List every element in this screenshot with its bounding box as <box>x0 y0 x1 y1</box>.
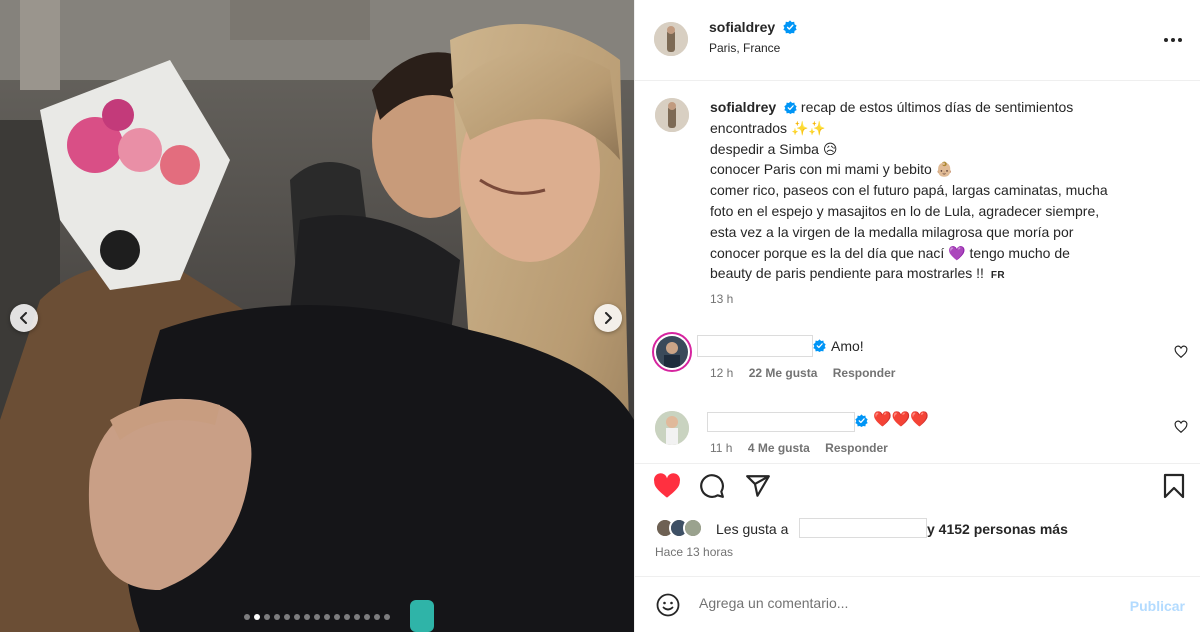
chevron-right-icon <box>605 312 612 324</box>
verified-badge-icon <box>813 339 826 352</box>
caption-line: conocer Paris con mi mami y bebito 👶🏼 <box>710 161 954 178</box>
reply-button[interactable]: Responder <box>825 441 888 455</box>
like-comment-heart-icon[interactable] <box>1174 345 1188 359</box>
comment-input[interactable] <box>699 595 1079 611</box>
post-location[interactable]: Paris, France <box>709 41 797 55</box>
post-caption: sofialdrey recap de estos últimos días d… <box>710 97 1170 287</box>
author-info: sofialdrey Paris, France <box>709 19 797 55</box>
carousel-dot <box>374 614 380 620</box>
carousel-dot <box>274 614 280 620</box>
avatar-image <box>655 98 689 132</box>
carousel-dot <box>334 614 340 620</box>
post-actions-bar <box>635 463 1200 508</box>
share-icon[interactable] <box>745 473 771 499</box>
carousel-dot <box>344 614 350 620</box>
likes-prefix: Les gusta a <box>716 521 789 537</box>
caption-line: comer rico, paseos con el futuro papá, l… <box>710 182 1108 199</box>
verified-badge-icon <box>855 414 868 427</box>
carousel-dot <box>354 614 360 620</box>
redacted-username <box>707 412 855 432</box>
likes-count-link[interactable]: y 4152 personas más <box>927 521 1068 537</box>
avatar-image <box>655 411 689 445</box>
redacted-username <box>697 335 813 357</box>
caption-line: sofialdrey recap de estos últimos días d… <box>710 97 1170 118</box>
comment-text: ❤️❤️❤️ <box>873 411 930 428</box>
comment-likes[interactable]: 22 Me gusta <box>749 366 818 380</box>
caption-line: encontrados ✨✨ <box>710 119 826 136</box>
caption-username[interactable]: sofialdrey <box>710 99 776 115</box>
avatar-image <box>654 22 688 56</box>
more-options-icon[interactable] <box>1163 30 1183 50</box>
verified-badge-icon <box>783 20 797 34</box>
post-side-panel: sofialdrey Paris, France sofialdrey reca… <box>634 0 1200 632</box>
carousel-dot <box>364 614 370 620</box>
comment-time[interactable]: 11 h <box>710 441 732 455</box>
caption-line: beauty de paris pendiente para mostrarle… <box>710 263 1170 287</box>
comment-meta: 11 h 4 Me gusta Responder <box>710 441 900 455</box>
chevron-left-icon <box>20 312 27 324</box>
verified-badge-icon <box>784 101 797 114</box>
caption-author-avatar[interactable] <box>655 98 689 132</box>
see-translation-button[interactable]: FR <box>991 270 1005 281</box>
avatar-image <box>656 336 688 368</box>
publish-button[interactable]: Publicar <box>1130 598 1185 614</box>
liker-avatar[interactable] <box>683 518 703 538</box>
post-header: sofialdrey Paris, France <box>635 0 1200 81</box>
carousel-dot <box>304 614 310 620</box>
carousel-dot <box>314 614 320 620</box>
likes-summary <box>655 515 703 541</box>
instagram-post-modal: sofialdrey Paris, France sofialdrey reca… <box>0 0 1200 632</box>
carousel-indicator <box>0 614 634 620</box>
caption-line: esta vez a la virgen de la medalla milag… <box>710 223 1074 240</box>
post-media[interactable] <box>0 0 634 632</box>
previous-slide-button[interactable] <box>10 304 38 332</box>
comment-text: Amo! <box>831 338 864 354</box>
emoji-icon[interactable] <box>656 593 680 617</box>
comment-icon[interactable] <box>699 473 725 499</box>
carousel-dot <box>264 614 270 620</box>
like-comment-heart-icon[interactable] <box>1174 420 1188 434</box>
author-username[interactable]: sofialdrey <box>709 19 775 35</box>
carousel-dot <box>294 614 300 620</box>
liked-heart-icon[interactable] <box>653 473 681 499</box>
carousel-dot <box>254 614 260 620</box>
reply-button[interactable]: Responder <box>833 366 896 380</box>
carousel-dot <box>244 614 250 620</box>
caption-text: beauty de paris pendiente para mostrarle… <box>710 265 984 282</box>
next-slide-button[interactable] <box>594 304 622 332</box>
save-bookmark-icon[interactable] <box>1162 473 1186 499</box>
caption-text: recap de estos últimos días de sentimien… <box>800 99 1074 115</box>
commenter-avatar[interactable] <box>652 332 692 372</box>
caption-timestamp[interactable]: 13 h <box>710 292 733 306</box>
carousel-dot <box>284 614 290 620</box>
commenter-avatar[interactable] <box>655 411 689 445</box>
caption-line: conocer porque es la del día que nací 💜 … <box>710 244 1070 261</box>
carousel-dot <box>384 614 390 620</box>
redacted-username <box>799 518 927 538</box>
comment-likes[interactable]: 4 Me gusta <box>748 441 810 455</box>
post-time-ago[interactable]: Hace 13 horas <box>655 545 733 559</box>
post-photo <box>0 0 634 632</box>
caption-line: foto en el espejo y masajitos en lo de L… <box>710 202 1100 219</box>
caption-line: despedir a Simba 😥 <box>710 140 838 157</box>
carousel-dot <box>324 614 330 620</box>
comment-composer: Publicar <box>635 576 1200 632</box>
comment-time[interactable]: 12 h <box>710 366 733 380</box>
author-avatar[interactable] <box>654 22 688 56</box>
comment-meta: 12 h 22 Me gusta Responder <box>710 366 907 380</box>
caption-meta: 13 h <box>710 292 745 306</box>
